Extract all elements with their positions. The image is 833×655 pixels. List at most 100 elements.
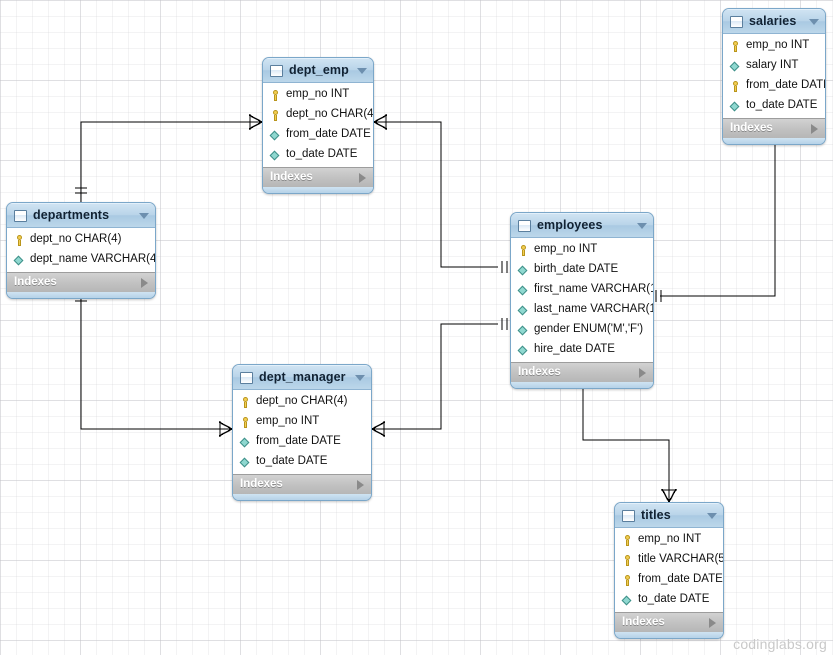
- chevron-down-icon[interactable]: [637, 223, 647, 229]
- chevron-right-icon[interactable]: [359, 173, 366, 183]
- table-column[interactable]: hire_date DATE: [512, 340, 652, 360]
- table-title: dept_manager: [259, 371, 349, 384]
- chevron-right-icon[interactable]: [709, 618, 716, 628]
- indexes-label: Indexes: [14, 277, 141, 289]
- column-list: dept_no CHAR(4) dept_name VARCHAR(40): [7, 228, 155, 272]
- chevron-down-icon[interactable]: [809, 19, 819, 25]
- table-employees[interactable]: employees emp_no INT birth_date DATE fir…: [510, 212, 654, 389]
- link-departments-dept_emp: [81, 122, 250, 202]
- table-column[interactable]: title VARCHAR(50): [616, 550, 722, 570]
- table-column[interactable]: emp_no INT: [724, 36, 824, 56]
- table-column[interactable]: first_name VARCHAR(14): [512, 280, 652, 300]
- link-departments-dept_manager: [81, 288, 220, 429]
- column-label: to_date DATE: [256, 456, 327, 468]
- key-icon: [240, 417, 251, 428]
- indexes-section[interactable]: Indexes: [615, 612, 723, 632]
- table-header-employees[interactable]: employees: [511, 213, 653, 238]
- column-label: to_date DATE: [746, 100, 817, 112]
- table-column[interactable]: dept_name VARCHAR(40): [8, 250, 154, 270]
- card-many-dept_emp-right: [374, 114, 387, 130]
- diamond-icon: [518, 345, 529, 356]
- table-footer: [263, 187, 373, 193]
- chevron-right-icon[interactable]: [141, 278, 148, 288]
- chevron-down-icon[interactable]: [139, 213, 149, 219]
- table-header-salaries[interactable]: salaries: [723, 9, 825, 34]
- table-column[interactable]: to_date DATE: [616, 590, 722, 610]
- indexes-section[interactable]: Indexes: [7, 272, 155, 292]
- column-label: dept_no CHAR(4): [256, 396, 347, 408]
- chevron-right-icon[interactable]: [811, 124, 818, 134]
- diamond-icon: [518, 325, 529, 336]
- table-salaries[interactable]: salaries emp_no INT salary INT from_date…: [722, 8, 826, 145]
- column-label: from_date DATE: [286, 129, 371, 141]
- table-column[interactable]: to_date DATE: [234, 452, 370, 472]
- column-label: emp_no INT: [638, 534, 701, 546]
- table-titles[interactable]: titles emp_no INT title VARCHAR(50) from…: [614, 502, 724, 639]
- table-footer: [233, 494, 371, 500]
- card-many-titles-top: [661, 489, 677, 502]
- table-dept_manager[interactable]: dept_manager dept_no CHAR(4) emp_no INT …: [232, 364, 372, 501]
- key-icon: [622, 555, 633, 566]
- table-column[interactable]: last_name VARCHAR(16): [512, 300, 652, 320]
- table-icon: [240, 372, 253, 384]
- indexes-section[interactable]: Indexes: [233, 474, 371, 494]
- table-dept_emp[interactable]: dept_emp emp_no INT dept_no CHAR(4) from…: [262, 57, 374, 194]
- table-column[interactable]: emp_no INT: [616, 530, 722, 550]
- table-column[interactable]: emp_no INT: [512, 240, 652, 260]
- table-header-titles[interactable]: titles: [615, 503, 723, 528]
- table-column[interactable]: dept_no CHAR(4): [264, 105, 372, 125]
- link-employees-titles: [583, 376, 669, 492]
- table-column[interactable]: emp_no INT: [264, 85, 372, 105]
- table-column[interactable]: from_date DATE: [616, 570, 722, 590]
- table-column[interactable]: from_date DATE: [234, 432, 370, 452]
- column-label: emp_no INT: [534, 244, 597, 256]
- table-column[interactable]: dept_no CHAR(4): [8, 230, 154, 250]
- table-footer: [723, 138, 825, 144]
- column-list: emp_no INT salary INT from_date DATE to_…: [723, 34, 825, 118]
- table-column[interactable]: birth_date DATE: [512, 260, 652, 280]
- table-column[interactable]: gender ENUM('M','F'): [512, 320, 652, 340]
- chevron-down-icon[interactable]: [707, 513, 717, 519]
- table-title: titles: [641, 509, 701, 522]
- table-title: salaries: [749, 15, 803, 28]
- table-column[interactable]: emp_no INT: [234, 412, 370, 432]
- indexes-section[interactable]: Indexes: [263, 167, 373, 187]
- table-column[interactable]: to_date DATE: [264, 145, 372, 165]
- column-label: to_date DATE: [638, 594, 709, 606]
- diamond-icon: [270, 130, 281, 141]
- diamond-icon: [240, 437, 251, 448]
- column-list: emp_no INT title VARCHAR(50) from_date D…: [615, 528, 723, 612]
- indexes-section[interactable]: Indexes: [723, 118, 825, 138]
- table-header-departments[interactable]: departments: [7, 203, 155, 228]
- table-column[interactable]: dept_no CHAR(4): [234, 392, 370, 412]
- table-header-dept_emp[interactable]: dept_emp: [263, 58, 373, 83]
- table-icon: [14, 210, 27, 222]
- link-employees-dept_emp: [384, 122, 498, 267]
- indexes-label: Indexes: [730, 123, 811, 135]
- chevron-down-icon[interactable]: [357, 68, 367, 74]
- key-icon: [730, 41, 741, 52]
- diamond-icon: [240, 457, 251, 468]
- table-header-dept_manager[interactable]: dept_manager: [233, 365, 371, 390]
- table-departments[interactable]: departments dept_no CHAR(4) dept_name VA…: [6, 202, 156, 299]
- column-label: dept_name VARCHAR(40): [30, 254, 156, 266]
- chevron-right-icon[interactable]: [357, 480, 364, 490]
- column-label: from_date DATE: [638, 574, 723, 586]
- column-label: emp_no INT: [746, 40, 809, 52]
- card-many-dept_manager-left: [219, 421, 232, 437]
- chevron-down-icon[interactable]: [355, 375, 365, 381]
- indexes-label: Indexes: [622, 617, 709, 629]
- key-icon: [270, 90, 281, 101]
- key-icon: [622, 535, 633, 546]
- table-column[interactable]: salary INT: [724, 56, 824, 76]
- column-list: emp_no INT birth_date DATE first_name VA…: [511, 238, 653, 362]
- indexes-section[interactable]: Indexes: [511, 362, 653, 382]
- table-column[interactable]: from_date DATE: [264, 125, 372, 145]
- card-many-dept_manager-right: [372, 421, 385, 437]
- table-column[interactable]: from_date DATE: [724, 76, 824, 96]
- table-column[interactable]: to_date DATE: [724, 96, 824, 116]
- column-label: emp_no INT: [256, 416, 319, 428]
- chevron-right-icon[interactable]: [639, 368, 646, 378]
- column-label: first_name VARCHAR(14): [534, 284, 654, 296]
- watermark: codinglabs.org: [733, 636, 827, 652]
